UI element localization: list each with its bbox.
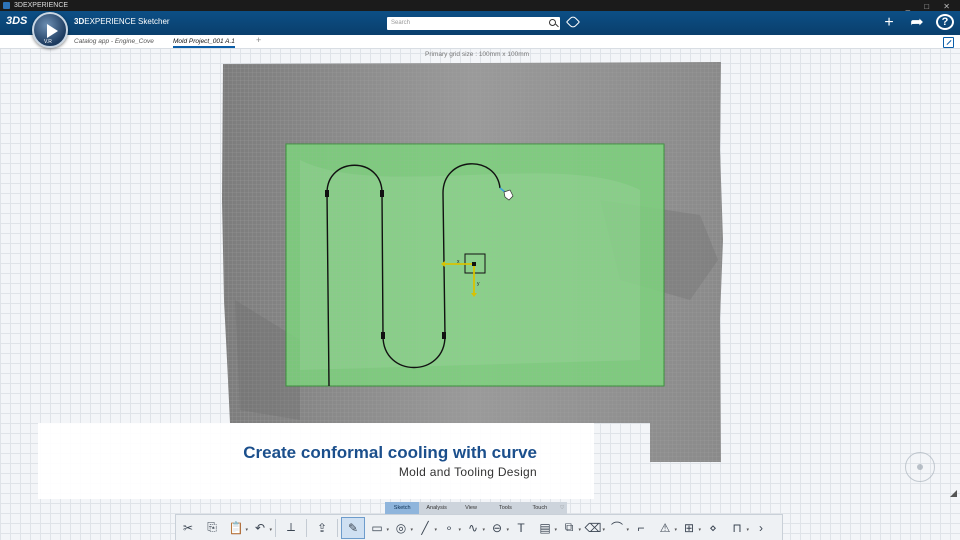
circle-icon[interactable]: ◎ ▾ <box>389 517 413 539</box>
stamp-icon[interactable]: ⊞ ▾ <box>677 517 701 539</box>
resize-handle[interactable] <box>950 490 957 497</box>
tab-analysis[interactable]: Analysis <box>419 502 453 514</box>
tab-touch[interactable]: Touch <box>523 502 557 514</box>
profile-icon[interactable]: ✎ <box>341 516 365 539</box>
compass-label: V.R <box>44 39 52 45</box>
warning-icon[interactable]: ⚠ ▾ <box>653 517 677 539</box>
undo-icon[interactable]: ↶ ▾ <box>248 517 272 539</box>
tab-sketch[interactable]: Sketch <box>385 502 420 514</box>
copy-icon[interactable]: ⎘ <box>200 517 224 539</box>
compass-button[interactable]: V.R <box>32 12 68 48</box>
toolbar-separator <box>306 518 307 537</box>
cut-icon[interactable]: ✂ <box>176 517 200 539</box>
text-icon[interactable]: T <box>509 517 533 539</box>
caption-overlay: Create conformal cooling with curve Mold… <box>38 423 594 499</box>
dimension-icon[interactable]: ⧉ ▾ <box>557 517 581 539</box>
eraser-icon[interactable]: ⌫ ▾ <box>581 517 605 539</box>
curve-point[interactable] <box>325 190 329 197</box>
play-icon <box>47 24 58 38</box>
dropdown-caret-icon[interactable]: ▾ <box>269 527 272 533</box>
curve-point[interactable] <box>380 190 384 197</box>
tab-view[interactable]: View <box>454 502 488 514</box>
action-bar: ✂ ⎘ 📋 ▾ ↶ ▾ ⟂ ⇪ ✎ ▭ ▾ ◎ ▾ ╱ ▾ ∘ ▾ ∿ ▾ ⊖ ▾ T ▤ ▾ ⧉ ▾ ⌫ ▾ ⌒ ▾ ⌐ ⚠ ▾ ⊞ ▾ ⋄ ⊓ ▾ › <box>175 514 783 540</box>
rectangle-icon[interactable]: ▭ ▾ <box>365 517 389 539</box>
symmetry-icon[interactable]: ⋄ <box>701 517 725 539</box>
export-icon[interactable]: ⇪ <box>310 517 334 539</box>
toolbar-separator <box>337 518 338 537</box>
caption-title: Create conformal cooling with curve <box>243 443 537 462</box>
curve-point[interactable] <box>381 332 385 339</box>
curve-point[interactable] <box>442 332 446 339</box>
view-navigator[interactable] <box>905 452 935 482</box>
spline-icon[interactable]: ∿ ▾ <box>461 517 485 539</box>
corner-icon[interactable]: ⌒ ▾ <box>605 517 629 539</box>
slot-icon[interactable]: ⊖ ▾ <box>485 517 509 539</box>
caption-subtitle: Mold and Tooling Design <box>398 465 537 479</box>
collapse-icon[interactable]: ♡ <box>557 502 567 514</box>
chamfer-icon[interactable]: ⌐ <box>629 517 653 539</box>
keep-icon[interactable]: ▤ ▾ <box>533 517 557 539</box>
more-icon[interactable]: › <box>749 517 773 539</box>
line-icon[interactable]: ╱ ▾ <box>413 517 437 539</box>
tab-tools[interactable]: Tools <box>488 502 522 514</box>
point-icon[interactable]: ∘ ▾ <box>437 517 461 539</box>
toolbar-separator <box>275 518 276 537</box>
paste-icon[interactable]: 📋 ▾ <box>224 517 248 539</box>
constraint-icon[interactable]: ⊓ ▾ <box>725 517 749 539</box>
action-bar-tabs: Sketch Analysis View Tools Touch ♡ <box>385 502 567 514</box>
sketch-plane-icon[interactable]: ⟂ <box>279 517 303 539</box>
